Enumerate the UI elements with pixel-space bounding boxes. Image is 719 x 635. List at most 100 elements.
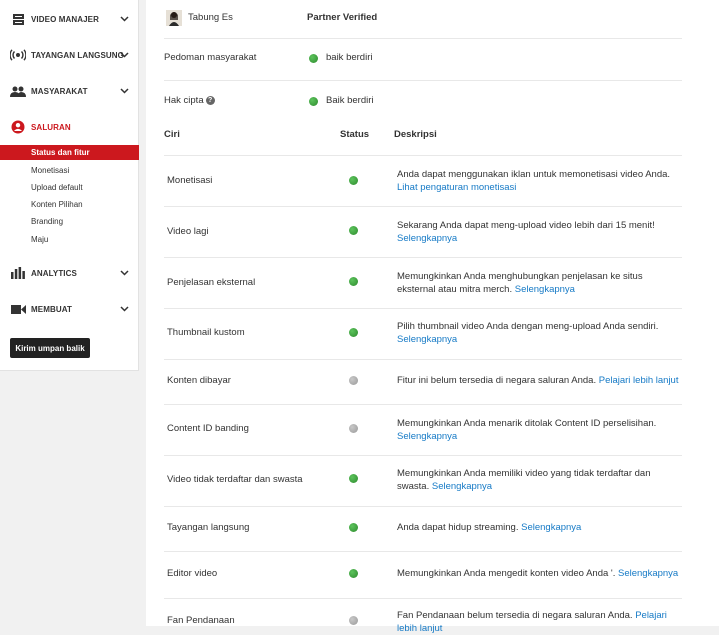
feature-description: Memungkinkan Anda menarik ditolak Conten… bbox=[397, 418, 682, 443]
column-header-feature: Ciri bbox=[164, 129, 180, 140]
nav-channel[interactable]: SALURAN bbox=[0, 116, 139, 138]
feature-description: Fan Pendanaan belum tersedia di negara s… bbox=[397, 610, 667, 635]
learn-more-link[interactable]: Selengkapnya bbox=[432, 481, 492, 492]
status-indicator bbox=[349, 474, 358, 483]
column-header-status: Status bbox=[340, 129, 370, 140]
feature-description: Fitur ini belum tersedia di negara salur… bbox=[397, 375, 682, 388]
description-text: Pilih thumbnail video Anda dengan meng-u… bbox=[397, 321, 659, 332]
learn-more-link[interactable]: Selengkapnya bbox=[521, 522, 581, 533]
feature-name: Thumbnail kustom bbox=[167, 327, 245, 338]
chevron-down-icon bbox=[119, 268, 129, 278]
description-text: Fitur ini belum tersedia di negara salur… bbox=[397, 375, 597, 386]
channel-icon bbox=[10, 119, 26, 135]
divider bbox=[164, 359, 682, 360]
nav-label: VIDEO MANAJER bbox=[31, 14, 99, 24]
feature-description: Sekarang Anda dapat meng-upload video le… bbox=[397, 220, 682, 245]
divider bbox=[164, 598, 682, 599]
status-indicator bbox=[309, 97, 318, 106]
community-icon bbox=[10, 83, 26, 99]
feature-name: Video lagi bbox=[167, 226, 209, 237]
feature-description: Anda dapat hidup streaming. Selengkapnya bbox=[397, 522, 682, 535]
feature-description: Anda dapat menggunakan iklan untuk memon… bbox=[397, 169, 682, 194]
learn-more-link[interactable]: Pelajari lebih lanjut bbox=[599, 375, 679, 386]
nav-community[interactable]: MASYARAKAT bbox=[0, 80, 139, 102]
nav-video-manager[interactable]: VIDEO MANAJER bbox=[0, 8, 139, 30]
divider bbox=[164, 38, 682, 39]
column-header-description: Deskripsi bbox=[394, 129, 437, 140]
video-manager-icon bbox=[10, 11, 26, 27]
divider bbox=[164, 455, 682, 456]
nav-create[interactable]: MEMBUAT bbox=[0, 298, 139, 320]
status-indicator bbox=[349, 226, 358, 235]
description-text: Memungkinkan Anda mengedit konten video … bbox=[397, 568, 616, 579]
learn-more-link[interactable]: Selengkapnya bbox=[618, 568, 678, 579]
description-text: Sekarang Anda dapat meng-upload video le… bbox=[397, 220, 655, 231]
divider bbox=[164, 506, 682, 507]
partner-status: Partner Verified bbox=[307, 12, 378, 23]
copyright-status: Baik berdiri bbox=[326, 95, 374, 106]
sidebar-item-advanced[interactable]: Maju bbox=[0, 232, 139, 247]
nav-label: TAYANGAN LANGSUNG bbox=[31, 50, 124, 60]
divider bbox=[164, 206, 682, 207]
description-text: Memungkinkan Anda menarik ditolak Conten… bbox=[397, 418, 657, 429]
sidebar-item-branding[interactable]: Branding bbox=[0, 214, 139, 229]
description-text: Fan Pendanaan belum tersedia di negara s… bbox=[397, 610, 633, 621]
feature-name: Tayangan langsung bbox=[167, 522, 250, 533]
chevron-down-icon bbox=[119, 86, 129, 96]
status-indicator bbox=[349, 616, 358, 625]
sidebar-item-featured-content[interactable]: Konten Pilihan bbox=[0, 197, 139, 212]
sidebar-item-status-features[interactable]: Status dan fitur bbox=[0, 145, 139, 160]
feature-name: Konten dibayar bbox=[167, 375, 231, 386]
status-indicator bbox=[309, 54, 318, 63]
learn-more-link[interactable]: Lihat pengaturan monetisasi bbox=[397, 182, 516, 193]
divider bbox=[164, 257, 682, 258]
nav-label: MEMBUAT bbox=[31, 304, 72, 314]
chevron-down-icon bbox=[119, 14, 129, 24]
create-icon bbox=[10, 301, 26, 317]
live-broadcast-icon bbox=[10, 47, 26, 63]
status-indicator bbox=[349, 424, 358, 433]
status-indicator bbox=[349, 523, 358, 532]
learn-more-link[interactable]: Selengkapnya bbox=[397, 233, 457, 244]
chevron-down-icon bbox=[119, 50, 129, 60]
copyright-label: Hak cipta? bbox=[164, 95, 215, 106]
divider bbox=[164, 80, 682, 81]
feature-name: Fan Pendanaan bbox=[167, 615, 235, 626]
sidebar-item-upload-defaults[interactable]: Upload default bbox=[0, 180, 139, 195]
feature-description: Pilih thumbnail video Anda dengan meng-u… bbox=[397, 321, 682, 346]
nav-label: SALURAN bbox=[31, 122, 71, 132]
divider bbox=[164, 551, 682, 552]
main-panel: Tabung Es Partner Verified Pedoman masya… bbox=[146, 0, 719, 634]
learn-more-link[interactable]: Selengkapnya bbox=[397, 431, 457, 442]
status-indicator bbox=[349, 277, 358, 286]
nav-analytics[interactable]: ANALYTICS bbox=[0, 262, 139, 284]
community-guidelines-status: baik berdiri bbox=[326, 52, 373, 63]
chevron-down-icon bbox=[119, 304, 129, 314]
divider bbox=[164, 155, 682, 156]
analytics-icon bbox=[10, 265, 26, 281]
feature-name: Editor video bbox=[167, 568, 218, 579]
status-indicator bbox=[349, 328, 358, 337]
avatar bbox=[166, 10, 182, 26]
feature-description: Memungkinkan Anda menghubungkan penjelas… bbox=[397, 271, 682, 296]
sidebar-item-monetization[interactable]: Monetisasi bbox=[0, 163, 139, 178]
divider bbox=[164, 404, 682, 405]
send-feedback-button[interactable]: Kirim umpan balik bbox=[10, 338, 90, 358]
description-text: Anda dapat hidup streaming. bbox=[397, 522, 519, 533]
feature-description: Memungkinkan Anda memiliki video yang ti… bbox=[397, 468, 657, 493]
feature-name: Content ID banding bbox=[167, 423, 249, 434]
learn-more-link[interactable]: Selengkapnya bbox=[515, 284, 575, 295]
feature-name: Monetisasi bbox=[167, 175, 213, 186]
nav-label: MASYARAKAT bbox=[31, 86, 88, 96]
feature-name: Penjelasan eksternal bbox=[167, 277, 256, 288]
nav-label: ANALYTICS bbox=[31, 268, 77, 278]
help-icon[interactable]: ? bbox=[205, 95, 215, 105]
description-text: Anda dapat menggunakan iklan untuk memon… bbox=[397, 169, 671, 180]
feature-name: Video tidak terdaftar dan swasta bbox=[167, 474, 303, 485]
nav-live-broadcast[interactable]: TAYANGAN LANGSUNG bbox=[0, 44, 139, 66]
status-indicator bbox=[349, 376, 358, 385]
learn-more-link[interactable]: Selengkapnya bbox=[397, 334, 457, 345]
status-indicator bbox=[349, 176, 358, 185]
community-guidelines-label: Pedoman masyarakat bbox=[164, 52, 257, 63]
sidebar: VIDEO MANAJER TAYANGAN LANGSUNG MASYARAK… bbox=[0, 0, 139, 371]
